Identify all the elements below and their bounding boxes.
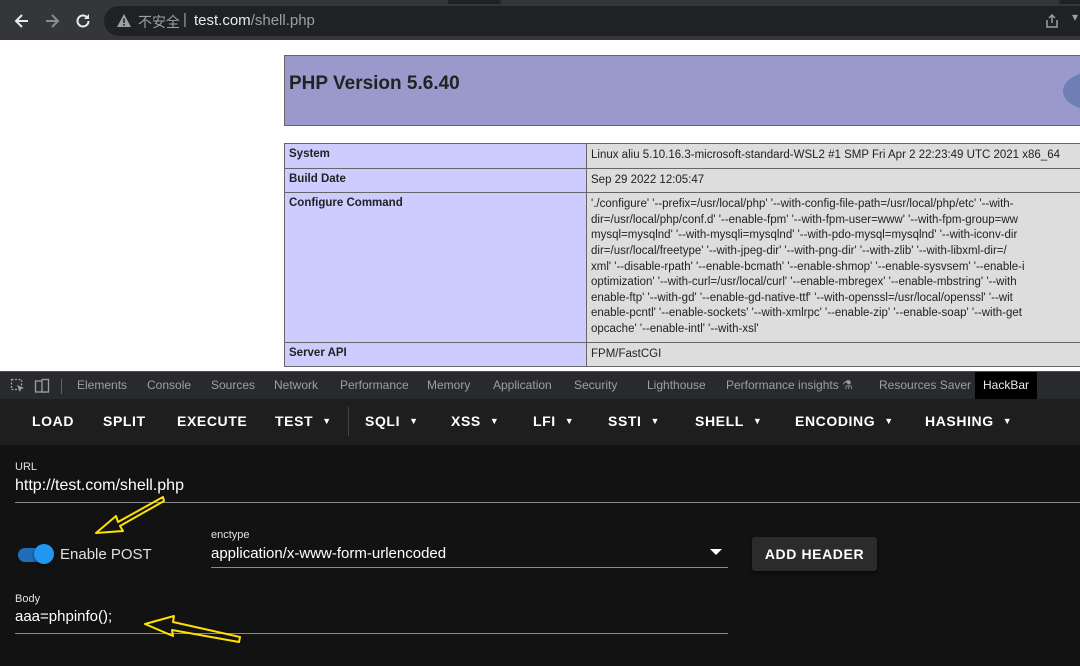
caret-down-icon: ▼ xyxy=(1002,416,1013,426)
phpinfo-table: System Linux aliu 5.10.16.3-microsoft-st… xyxy=(284,143,1080,368)
ssti-menu-button[interactable]: SSTI ▼ xyxy=(608,413,660,429)
tab-sources[interactable]: Sources xyxy=(211,372,255,400)
dropdown-arrow-icon[interactable] xyxy=(710,549,722,555)
enctype-select[interactable]: application/x-www-form-urlencoded xyxy=(211,545,446,562)
hackbar-toolbar: LOAD SPLIT EXECUTE TEST ▼ SQLI ▼ XSS ▼ LFI ▼… xyxy=(0,399,1080,445)
row-value: Sep 29 2022 12:05:47 xyxy=(586,167,1080,194)
reload-button[interactable] xyxy=(71,9,95,33)
ssti-menu-label: SSTI xyxy=(608,413,642,429)
tab-resources-saver[interactable]: Resources Saver xyxy=(879,372,971,400)
page-title: PHP Version 5.6.40 xyxy=(289,73,460,94)
caret-down-icon: ▼ xyxy=(650,416,661,426)
url-field-underline xyxy=(15,502,1080,503)
lfi-menu-button[interactable]: LFI ▼ xyxy=(533,413,574,429)
tab-application[interactable]: Application xyxy=(493,372,552,400)
devtools-tab-bar: Elements Console Sources Network Perform… xyxy=(0,371,1080,400)
url-path: /shell.php xyxy=(250,12,315,29)
enctype-underline xyxy=(211,567,728,568)
enctype-label: enctype xyxy=(211,529,250,541)
browser-tab[interactable] xyxy=(0,0,448,4)
row-key: Configure Command xyxy=(284,192,587,343)
load-button[interactable]: LOAD xyxy=(32,413,74,429)
php-logo xyxy=(1063,72,1080,110)
arrow-left-icon xyxy=(14,14,28,28)
url-field-label: URL xyxy=(15,461,38,473)
page-content: PHP Version 5.6.40 System Linux aliu 5.1… xyxy=(0,40,1080,371)
body-field-label: Body xyxy=(15,593,41,605)
caret-down-icon: ▼ xyxy=(489,416,500,426)
split-button[interactable]: SPLIT xyxy=(103,413,146,429)
url-field[interactable]: http://test.com/shell.php xyxy=(15,477,184,495)
caret-down-icon: ▼ xyxy=(322,416,332,426)
tab-memory[interactable]: Memory xyxy=(427,372,470,400)
encoding-menu-button[interactable]: ENCODING ▼ xyxy=(795,413,894,429)
toggle-knob[interactable] xyxy=(34,544,54,564)
row-key: Server API xyxy=(284,341,587,368)
tab-performance-insights-label: Performance insights xyxy=(726,378,839,392)
arrow-right-icon xyxy=(46,14,60,28)
sqli-menu-label: SQLI xyxy=(365,413,401,429)
device-toolbar-icon[interactable] xyxy=(34,378,50,394)
body-field[interactable]: aaa=phpinfo(); xyxy=(15,608,112,625)
shell-menu-label: SHELL xyxy=(695,413,744,429)
row-key: System xyxy=(284,143,587,169)
address-bar[interactable]: 不安全 | test.com/shell.php ▾ xyxy=(104,6,1080,36)
tab-network[interactable]: Network xyxy=(274,372,318,400)
forward-button[interactable] xyxy=(40,9,64,33)
sqli-menu-button[interactable]: SQLI ▼ xyxy=(365,413,419,429)
share-icon[interactable] xyxy=(1044,13,1060,29)
caret-down-icon: ▼ xyxy=(884,416,894,426)
chevron-down-icon[interactable]: ▾ xyxy=(1072,10,1078,24)
hashing-menu-label: HASHING xyxy=(925,413,994,429)
tab-console[interactable]: Console xyxy=(147,372,191,400)
caret-down-icon: ▼ xyxy=(409,416,419,426)
row-value: FPM/FastCGI xyxy=(586,341,1080,368)
enable-post-label[interactable]: Enable POST xyxy=(60,546,152,563)
browser-toolbar: 不安全 | test.com/shell.php ▾ xyxy=(0,0,1080,40)
row-key: Build Date xyxy=(284,167,587,194)
divider xyxy=(61,379,62,394)
test-menu-button[interactable]: TEST ▼ xyxy=(275,413,332,429)
table-row: Configure Command './configure' '--prefi… xyxy=(284,192,1080,343)
table-row: Build Date Sep 29 2022 12:05:47 xyxy=(284,167,1080,194)
tab-performance-insights[interactable]: Performance insights ⚗ xyxy=(726,372,853,400)
caret-down-icon: ▼ xyxy=(752,416,763,426)
url-text[interactable]: test.com/shell.php xyxy=(194,12,315,29)
encoding-menu-label: ENCODING xyxy=(795,413,876,429)
tab-strip xyxy=(0,0,1080,4)
tab-security[interactable]: Security xyxy=(574,372,617,400)
xss-menu-button[interactable]: XSS ▼ xyxy=(451,413,499,429)
hashing-menu-button[interactable]: HASHING ▼ xyxy=(925,413,1012,429)
reload-icon xyxy=(76,14,90,28)
xss-menu-label: XSS xyxy=(451,413,481,429)
toolbar-divider xyxy=(348,407,349,436)
url-host: test.com xyxy=(194,12,251,29)
tab-lighthouse[interactable]: Lighthouse xyxy=(647,372,706,400)
add-header-button[interactable]: ADD HEADER xyxy=(752,537,877,571)
execute-button[interactable]: EXECUTE xyxy=(177,413,247,429)
body-field-underline xyxy=(15,633,728,634)
back-button[interactable] xyxy=(10,9,34,33)
tab-elements[interactable]: Elements xyxy=(77,372,127,400)
flask-icon: ⚗ xyxy=(842,378,853,392)
php-version-header: PHP Version 5.6.40 xyxy=(284,55,1080,126)
shell-menu-button[interactable]: SHELL ▼ xyxy=(695,413,762,429)
tab-hackbar[interactable]: HackBar xyxy=(975,372,1038,400)
warning-icon[interactable] xyxy=(116,13,132,29)
lfi-menu-label: LFI xyxy=(533,413,556,429)
table-row: System Linux aliu 5.10.16.3-microsoft-st… xyxy=(284,143,1080,169)
row-value: './configure' '--prefix=/usr/local/php' … xyxy=(586,192,1080,343)
not-secure-label[interactable]: 不安全 xyxy=(138,12,180,32)
browser-tab-active[interactable] xyxy=(500,0,1060,4)
tab-performance[interactable]: Performance xyxy=(340,372,409,400)
url-separator: | xyxy=(183,11,187,28)
inspect-element-icon[interactable] xyxy=(10,378,26,394)
test-menu-label: TEST xyxy=(275,413,314,429)
row-value: Linux aliu 5.10.16.3-microsoft-standard-… xyxy=(586,143,1080,169)
hackbar-panel: LOAD SPLIT EXECUTE TEST ▼ SQLI ▼ XSS ▼ LFI ▼… xyxy=(0,399,1080,666)
table-row: Server API FPM/FastCGI xyxy=(284,341,1080,368)
caret-down-icon: ▼ xyxy=(564,416,575,426)
